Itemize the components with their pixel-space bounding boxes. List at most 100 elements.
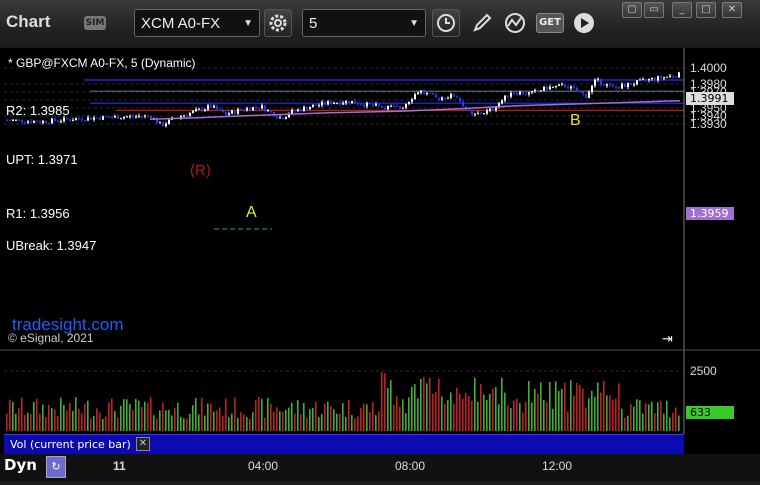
volume-bar [180, 416, 182, 431]
candle-body [372, 104, 374, 106]
volume-bar [288, 407, 290, 431]
candle-body [414, 94, 416, 100]
candle-body [471, 111, 473, 115]
candle-body [630, 83, 632, 85]
candle-body [306, 107, 308, 110]
maximize-button[interactable]: □ [696, 2, 716, 18]
candle-body [99, 117, 101, 120]
volume-bar [465, 392, 467, 431]
close-button[interactable]: ✕ [722, 2, 742, 18]
volume-bar [183, 418, 185, 431]
candle-body [129, 115, 131, 117]
candle-body [591, 85, 593, 92]
volume-bar [483, 394, 485, 431]
volume-bar [267, 398, 269, 431]
studies-button[interactable] [502, 9, 530, 37]
candle-body [183, 115, 185, 117]
symbol-dropdown[interactable]: XCM A0-FX ▼ [134, 9, 260, 37]
price-chart[interactable]: 1.40001.39801.39701.39601.39501.39401.39… [0, 48, 760, 481]
window-restore-button[interactable]: ▢ [622, 2, 642, 18]
settings-button[interactable] [264, 9, 292, 37]
candle-body [12, 119, 14, 121]
volume-bar [639, 400, 641, 431]
volume-bar [264, 417, 266, 431]
candle-body [111, 117, 113, 119]
volume-bar [651, 401, 653, 431]
candle-body [105, 116, 107, 118]
get-button[interactable]: GET [536, 13, 564, 33]
draw-button[interactable] [468, 9, 496, 37]
volume-bar [360, 408, 362, 431]
candle-body [321, 101, 323, 106]
volume-bar [93, 415, 95, 431]
volume-bar [330, 406, 332, 431]
volume-bar [66, 411, 68, 431]
volume-bar [648, 404, 650, 431]
candle-body [510, 92, 512, 97]
dynamic-icon[interactable]: ↻ [46, 456, 66, 478]
volume-bar [300, 414, 302, 431]
volume-bar [672, 412, 674, 431]
volume-bar [258, 397, 260, 431]
level-label-r1: R1: 1.3956 [6, 206, 70, 221]
candle-body [264, 105, 266, 112]
candle-body [189, 112, 191, 116]
time-button[interactable] [432, 9, 460, 37]
candle-body [195, 109, 197, 112]
play-button[interactable] [570, 9, 598, 37]
volume-bar [105, 416, 107, 431]
volume-bar [132, 409, 134, 431]
candle-body [441, 97, 443, 100]
volume-bar [588, 398, 590, 431]
candle-body [282, 117, 284, 120]
candle-body [366, 102, 368, 107]
volume-bar [21, 397, 23, 431]
candle-body [369, 102, 371, 105]
candle-body [168, 119, 170, 124]
volume-bar [477, 401, 479, 431]
volume-bar [255, 399, 257, 431]
candle-body [570, 86, 572, 89]
interval-value: 5 [309, 15, 318, 32]
candle-body [207, 105, 209, 110]
candle-body [606, 84, 608, 86]
candle-body [348, 101, 350, 104]
candle-body [657, 76, 659, 81]
volume-bar [573, 395, 575, 431]
price-tick-label: 1.4000 [690, 61, 727, 75]
candle-body [36, 121, 38, 123]
window-menu-button[interactable]: ▭ [644, 2, 664, 18]
candle-body [408, 101, 410, 104]
candle-body [576, 88, 578, 92]
candle-body [225, 112, 227, 115]
scroll-right-icon[interactable]: ⇥ [662, 332, 673, 347]
candle-body [342, 103, 344, 105]
candle-body [486, 110, 488, 114]
candle-body [45, 120, 47, 123]
volume-bar [39, 413, 41, 431]
volume-bar [429, 377, 431, 431]
candle-body [93, 117, 95, 120]
interval-dropdown[interactable]: 5 ▼ [302, 9, 426, 37]
candle-body [645, 79, 647, 81]
candle-body [564, 84, 566, 88]
candle-body [69, 119, 71, 121]
volume-bar [150, 397, 152, 431]
candle-body [186, 115, 188, 117]
candle-body [633, 84, 635, 86]
volume-study-bar[interactable]: Vol (current price bar) ✕ [4, 434, 684, 455]
volume-bar [552, 408, 554, 431]
volume-bar [231, 413, 233, 431]
minimize-button[interactable]: _ [672, 2, 692, 18]
volume-bar [408, 397, 410, 431]
close-icon[interactable]: ✕ [136, 437, 150, 451]
candle-body [615, 86, 617, 88]
candle-body [573, 86, 575, 89]
volume-bar [390, 380, 392, 431]
volume-bar [42, 404, 44, 431]
candle-body [339, 102, 341, 105]
volume-bar [453, 403, 455, 431]
get-label: GET [539, 17, 561, 28]
volume-bar [426, 383, 428, 431]
volume-bar [117, 417, 119, 431]
